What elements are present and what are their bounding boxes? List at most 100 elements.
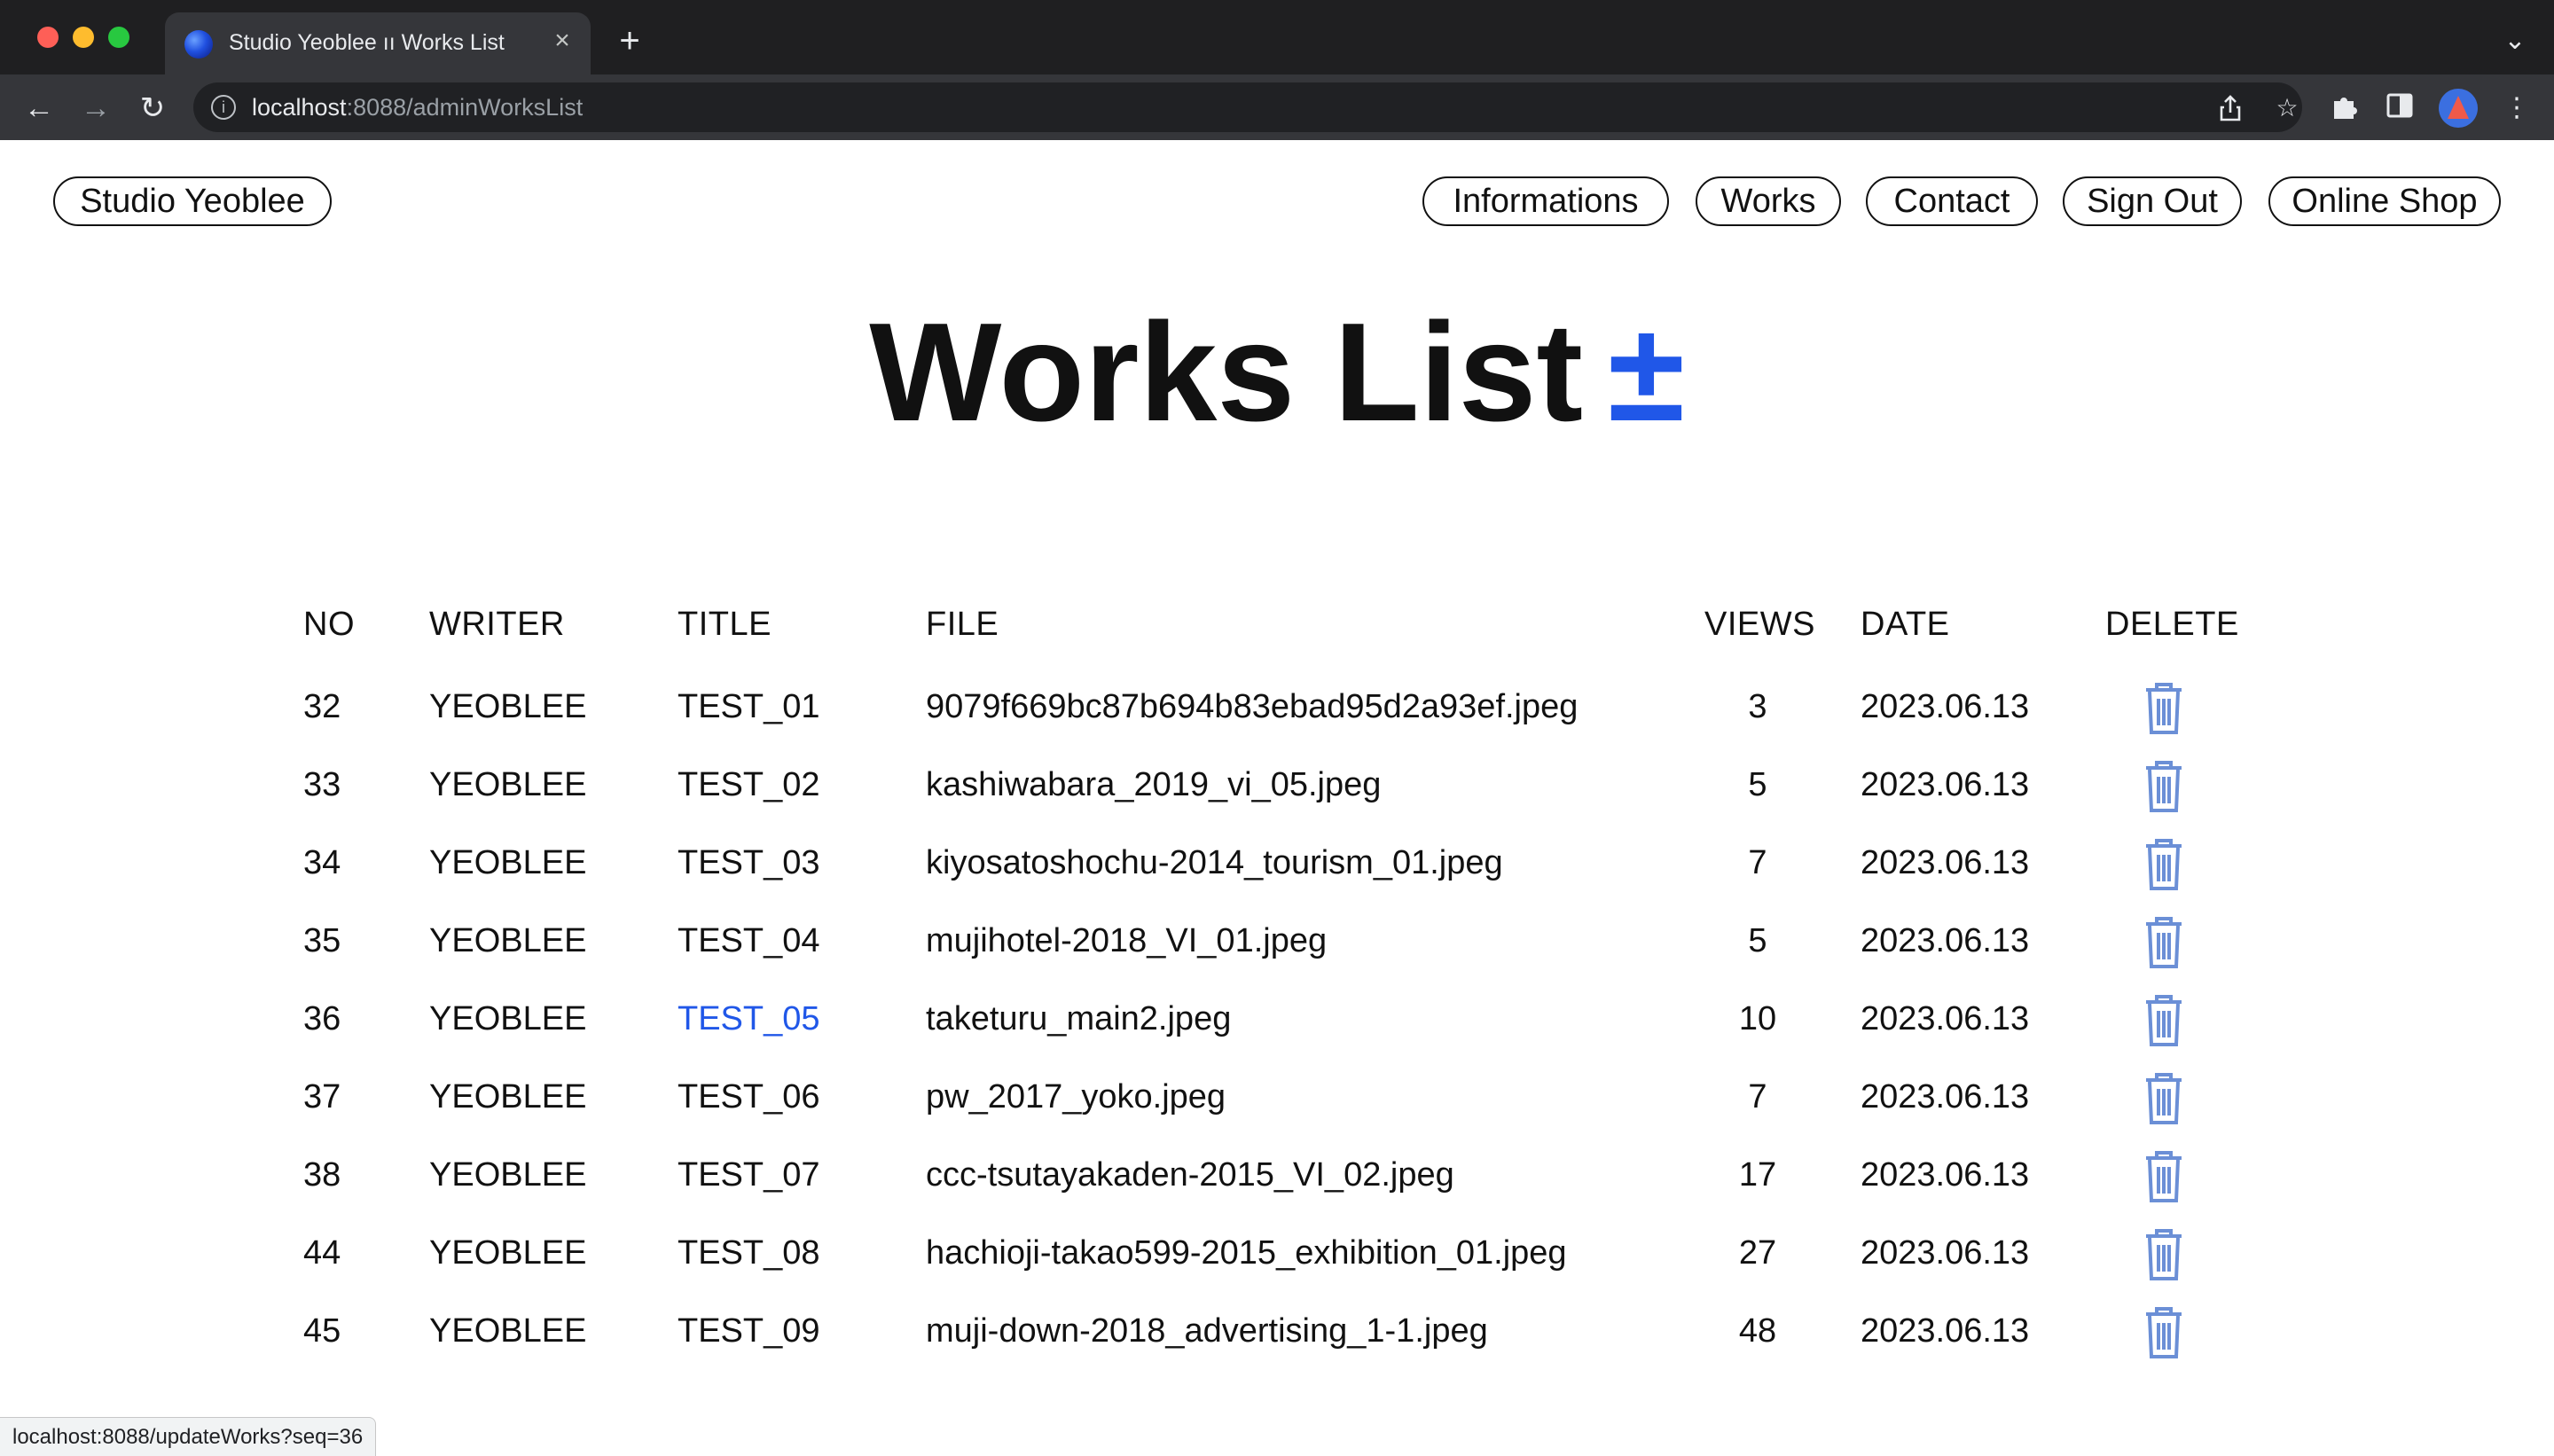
table-row: 44 YEOBLEE TEST_08 hachioji-takao599-201… — [303, 1217, 2254, 1295]
trash-icon[interactable] — [2139, 1305, 2189, 1362]
header-date: DATE — [1861, 606, 1950, 643]
cell-views: 10 — [1738, 1000, 1777, 1037]
cell-date: 2023.06.13 — [1861, 844, 2030, 881]
side-panel-icon[interactable] — [2382, 90, 2417, 126]
header-file: FILE — [926, 606, 999, 643]
tab-title: Studio Yeoblee ıı Works List — [229, 30, 505, 55]
cell-title-link[interactable]: TEST_02 — [678, 766, 820, 804]
cell-no: 37 — [303, 1078, 341, 1115]
cell-file: muji-down-2018_advertising_1-1.jpeg — [926, 1312, 1488, 1350]
bookmark-star-icon[interactable]: ☆ — [2272, 93, 2302, 123]
profile-avatar[interactable] — [2439, 89, 2478, 128]
cell-file: pw_2017_yoko.jpeg — [926, 1078, 1226, 1115]
browser-toolbar: ← → ↻ i localhost:8088/adminWorksList ☆ … — [0, 74, 2554, 140]
cell-date: 2023.06.13 — [1861, 1234, 2030, 1272]
cell-title-link[interactable]: TEST_06 — [678, 1078, 820, 1116]
cell-writer: YEOBLEE — [429, 1234, 587, 1272]
cell-no: 32 — [303, 688, 341, 725]
browser-chrome: Studio Yeoblee ıı Works List × + ⌄ ← → ↻… — [0, 0, 2554, 140]
cell-date: 2023.06.13 — [1861, 766, 2030, 803]
nav-online-shop-link[interactable]: Online Shop — [2268, 176, 2501, 226]
nav-works-link[interactable]: Works — [1696, 176, 1841, 226]
cell-file: hachioji-takao599-2015_exhibition_01.jpe… — [926, 1234, 1567, 1272]
cell-writer: YEOBLEE — [429, 922, 587, 959]
cell-title-link[interactable]: TEST_03 — [678, 844, 820, 882]
close-window-button[interactable] — [37, 27, 59, 48]
cell-views: 5 — [1748, 766, 1767, 803]
cell-file: taketuru_main2.jpeg — [926, 1000, 1232, 1037]
address-bar[interactable]: i localhost:8088/adminWorksList ☆ — [193, 82, 2302, 132]
cell-writer: YEOBLEE — [429, 1312, 587, 1350]
cell-views: 3 — [1748, 688, 1767, 725]
tab-close-icon[interactable]: × — [546, 25, 578, 57]
cell-views: 5 — [1748, 922, 1767, 959]
trash-icon[interactable] — [2139, 915, 2189, 972]
share-icon[interactable] — [2215, 93, 2245, 123]
browser-tab-active[interactable]: Studio Yeoblee ıı Works List × — [165, 12, 591, 74]
cell-title-link[interactable]: TEST_09 — [678, 1312, 820, 1350]
trash-icon[interactable] — [2139, 1227, 2189, 1284]
header-writer: WRITER — [429, 606, 565, 643]
trash-icon[interactable] — [2139, 1071, 2189, 1128]
tab-strip: Studio Yeoblee ıı Works List × + ⌄ — [0, 0, 2554, 74]
trash-icon[interactable] — [2139, 681, 2189, 738]
cell-file: ccc-tsutayakaden-2015_VI_02.jpeg — [926, 1156, 1454, 1194]
new-tab-plus-icon[interactable]: + — [612, 23, 647, 59]
table-row: 38 YEOBLEE TEST_07 ccc-tsutayakaden-2015… — [303, 1139, 2254, 1217]
forward-arrow-icon[interactable]: → — [76, 89, 115, 128]
table-row: 45 YEOBLEE TEST_09 muji-down-2018_advert… — [303, 1295, 2254, 1373]
nav-contact-link[interactable]: Contact — [1866, 176, 2038, 226]
cell-writer: YEOBLEE — [429, 1078, 587, 1115]
trash-icon[interactable] — [2139, 837, 2189, 894]
header-no: NO — [303, 606, 355, 643]
cell-file: kiyosatoshochu-2014_tourism_01.jpeg — [926, 844, 1503, 881]
site-header: Studio Yeoblee Informations Works Contac… — [0, 140, 2554, 264]
cell-views: 7 — [1748, 844, 1767, 881]
cell-file: 9079f669bc87b694b83ebad95d2a93ef.jpeg — [926, 688, 1579, 725]
cell-title-link[interactable]: TEST_01 — [678, 688, 820, 726]
table-row: 37 YEOBLEE TEST_06 pw_2017_yoko.jpeg 7 2… — [303, 1061, 2254, 1139]
cell-file: kashiwabara_2019_vi_05.jpeg — [926, 766, 1382, 803]
table-row: 34 YEOBLEE TEST_03 kiyosatoshochu-2014_t… — [303, 826, 2254, 904]
nav-sign-out-link[interactable]: Sign Out — [2063, 176, 2242, 226]
cell-title-link[interactable]: TEST_08 — [678, 1234, 820, 1272]
url-text[interactable]: localhost:8088/adminWorksList — [252, 94, 583, 121]
extensions-puzzle-icon[interactable] — [2327, 90, 2362, 126]
back-arrow-icon[interactable]: ← — [20, 89, 59, 128]
trash-icon[interactable] — [2139, 1149, 2189, 1206]
cell-views: 48 — [1738, 1312, 1777, 1350]
reload-icon[interactable]: ↻ — [133, 89, 172, 128]
cell-title-link-hovered[interactable]: TEST_05 — [678, 1000, 820, 1038]
add-work-link[interactable]: ± — [1608, 294, 1685, 450]
cell-title-link[interactable]: TEST_07 — [678, 1156, 820, 1194]
tab-search-chevron-icon[interactable]: ⌄ — [2499, 25, 2531, 57]
page-title-text: Works List — [869, 294, 1584, 450]
cell-writer: YEOBLEE — [429, 1156, 587, 1194]
table-row: 36 YEOBLEE TEST_05 taketuru_main2.jpeg 1… — [303, 982, 2254, 1061]
trash-icon[interactable] — [2139, 759, 2189, 816]
trash-icon[interactable] — [2139, 993, 2189, 1050]
cell-writer: YEOBLEE — [429, 766, 587, 803]
page-title: Works List ± — [0, 293, 2554, 452]
cell-writer: YEOBLEE — [429, 688, 587, 725]
cell-date: 2023.06.13 — [1861, 1000, 2030, 1037]
table-row: 32 YEOBLEE TEST_01 9079f669bc87b694b83eb… — [303, 670, 2254, 748]
cell-title-link[interactable]: TEST_04 — [678, 922, 820, 960]
cell-writer: YEOBLEE — [429, 1000, 587, 1037]
nav-informations-link[interactable]: Informations — [1422, 176, 1669, 226]
cell-no: 45 — [303, 1312, 341, 1350]
cell-views: 7 — [1748, 1078, 1767, 1115]
cell-no: 34 — [303, 844, 341, 881]
cell-date: 2023.06.13 — [1861, 688, 2030, 725]
browser-menu-kebab-icon[interactable]: ⋮ — [2499, 90, 2534, 126]
cell-views: 27 — [1738, 1234, 1777, 1272]
brand-home-link[interactable]: Studio Yeoblee — [53, 176, 332, 226]
minimize-window-button[interactable] — [73, 27, 94, 48]
site-info-icon[interactable]: i — [211, 95, 236, 120]
cell-no: 44 — [303, 1234, 341, 1272]
cell-file: mujihotel-2018_VI_01.jpeg — [926, 922, 1328, 959]
cell-no: 38 — [303, 1156, 341, 1194]
maximize-window-button[interactable] — [108, 27, 129, 48]
cell-date: 2023.06.13 — [1861, 922, 2030, 959]
status-bar-url: localhost:8088/updateWorks?seq=36 — [0, 1417, 377, 1456]
